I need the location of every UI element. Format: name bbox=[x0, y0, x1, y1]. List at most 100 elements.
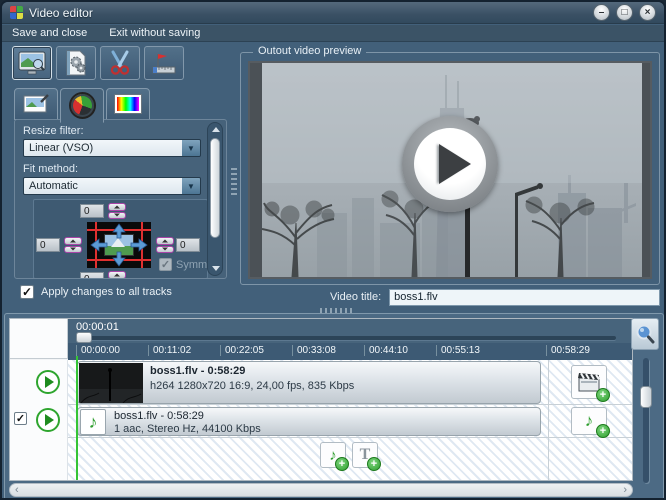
window-title: Video editor bbox=[29, 6, 93, 20]
timeline-inner: 00:00:01 00:00:00 00:11:02 00:22:05 00:3… bbox=[9, 318, 633, 481]
track-controls-column: ✓ bbox=[10, 360, 68, 481]
tab-color-bars[interactable] bbox=[106, 88, 150, 120]
convert-tool-button[interactable] bbox=[56, 46, 96, 80]
ruler-tick: 00:58:29 bbox=[546, 345, 590, 356]
play-icon bbox=[439, 144, 471, 184]
video-title-label: Video title: bbox=[330, 291, 381, 303]
plus-icon: + bbox=[335, 457, 349, 471]
video-clip-details: h264 1280x720 16:9, 24,00 fps, 835 Kbps bbox=[150, 380, 354, 392]
audio-note-icon: ♪ bbox=[80, 409, 106, 435]
video-preview-screen bbox=[248, 61, 652, 279]
crop-bottom-value[interactable]: 0 bbox=[80, 272, 104, 279]
plus-icon: + bbox=[367, 457, 381, 471]
image-edit-icon bbox=[23, 94, 49, 114]
ruler-tick: 00:00:00 bbox=[76, 345, 120, 356]
timeline-zoom-button[interactable] bbox=[631, 318, 659, 350]
video-editor-window: Video editor – □ × Save and close Exit w… bbox=[0, 0, 666, 500]
ruler-tick: 00:22:05 bbox=[220, 345, 264, 356]
monitor-preview-icon bbox=[18, 51, 46, 75]
resize-filter-select[interactable]: Linear (VSO) ▼ bbox=[23, 139, 201, 157]
position-slider-thumb[interactable] bbox=[76, 332, 92, 343]
output-preview-group: Outout video preview bbox=[240, 52, 660, 285]
preview-tool-button[interactable] bbox=[12, 46, 52, 80]
playhead-line[interactable] bbox=[76, 356, 78, 481]
add-video-clip-button[interactable]: + bbox=[571, 365, 607, 399]
fit-method-label: Fit method: bbox=[23, 163, 78, 175]
ruler-tick: 00:11:02 bbox=[148, 345, 191, 356]
plus-icon: + bbox=[596, 388, 610, 402]
menu-exit-without-saving[interactable]: Exit without saving bbox=[109, 27, 200, 39]
play-overlay-button[interactable] bbox=[402, 116, 498, 212]
tab-color-adjust[interactable] bbox=[60, 88, 104, 123]
apply-all-checkbox[interactable]: ✓ bbox=[20, 285, 34, 299]
video-clip-title: boss1.flv - 0:58:29 bbox=[150, 365, 245, 377]
video-title-row: Video title: bbox=[240, 288, 660, 306]
video-clip[interactable]: boss1.flv - 0:58:29 h264 1280x720 16:9, … bbox=[77, 361, 541, 404]
menu-save-and-close[interactable]: Save and close bbox=[12, 27, 87, 39]
options-scrollbar[interactable] bbox=[207, 122, 223, 276]
menu-bar: Save and close Exit without saving bbox=[2, 25, 664, 42]
plus-icon: + bbox=[596, 424, 610, 438]
title-bar: Video editor – □ × bbox=[2, 2, 664, 24]
scroll-right-icon[interactable]: › bbox=[623, 484, 627, 496]
video-track-play-button[interactable] bbox=[36, 370, 60, 394]
crop-control-group: 0 0 0 0 bbox=[33, 199, 208, 279]
timeline-hscrollbar[interactable]: ‹ › bbox=[9, 483, 633, 497]
fit-method-value: Automatic bbox=[24, 178, 182, 194]
ruler-tick: 00:44:10 bbox=[364, 345, 408, 356]
audio-track-play-button[interactable] bbox=[36, 408, 60, 432]
scroll-up-icon[interactable] bbox=[212, 127, 220, 132]
crop-right-stepper[interactable] bbox=[156, 237, 174, 253]
resize-options-panel: Resize filter: Linear (VSO) ▼ Fit method… bbox=[14, 119, 227, 279]
crop-arrows-icon bbox=[87, 222, 151, 268]
add-audio-clip-button[interactable]: ♪ + bbox=[571, 407, 607, 435]
scroll-down-icon[interactable] bbox=[212, 266, 220, 271]
scissors-icon bbox=[107, 50, 133, 76]
color-bars-icon bbox=[114, 94, 142, 114]
timeline-panel: 00:00:01 00:00:00 00:11:02 00:22:05 00:3… bbox=[4, 313, 664, 500]
add-audio-track-button[interactable]: ♪ + bbox=[320, 442, 346, 468]
timeline-corner bbox=[10, 319, 68, 359]
maximize-button[interactable]: □ bbox=[616, 4, 633, 21]
crop-left-stepper[interactable] bbox=[64, 237, 82, 253]
tab-image-edit[interactable] bbox=[14, 88, 58, 120]
video-clip-thumbnail bbox=[79, 363, 143, 403]
add-clip-column: + ♪ + bbox=[548, 360, 633, 481]
symmetric-checkbox[interactable]: ✓ bbox=[159, 258, 172, 271]
color-wheel-icon bbox=[69, 92, 96, 119]
crop-preview[interactable] bbox=[87, 222, 151, 268]
minimize-button[interactable]: – bbox=[593, 4, 610, 21]
apply-all-row: ✓ Apply changes to all tracks bbox=[20, 285, 172, 299]
tracks-area: boss1.flv - 0:58:29 h264 1280x720 16:9, … bbox=[68, 360, 633, 481]
crop-right-value[interactable]: 0 bbox=[176, 238, 200, 252]
preview-group-label: Outout video preview bbox=[253, 45, 366, 57]
ruler-tick: 00:55:13 bbox=[436, 345, 480, 356]
crop-bottom-stepper[interactable] bbox=[108, 271, 126, 279]
chevron-down-icon[interactable]: ▼ bbox=[182, 140, 200, 156]
note-icon: ♪ bbox=[585, 411, 594, 431]
audio-clip-details: 1 aac, Stereo Hz, 44100 Kbps bbox=[114, 423, 261, 435]
vertical-splitter[interactable] bbox=[231, 168, 237, 198]
zoom-slider-thumb[interactable] bbox=[640, 386, 652, 408]
crop-top-stepper[interactable] bbox=[108, 203, 126, 219]
marker-tool-button[interactable] bbox=[144, 46, 184, 80]
resize-filter-label: Resize filter: bbox=[23, 125, 84, 137]
crop-left-value[interactable]: 0 bbox=[36, 238, 60, 252]
audio-track-checkbox[interactable]: ✓ bbox=[14, 412, 27, 425]
fit-method-select[interactable]: Automatic ▼ bbox=[23, 177, 201, 195]
cut-tool-button[interactable] bbox=[100, 46, 140, 80]
scroll-left-icon[interactable]: ‹ bbox=[15, 484, 19, 496]
chevron-down-icon[interactable]: ▼ bbox=[182, 178, 200, 194]
timeline-ruler[interactable]: 00:00:00 00:11:02 00:22:05 00:33:08 00:4… bbox=[68, 343, 633, 360]
add-text-track-button[interactable]: T + bbox=[352, 442, 378, 468]
close-button[interactable]: × bbox=[639, 4, 656, 21]
app-logo-icon bbox=[10, 6, 23, 19]
crop-top-value[interactable]: 0 bbox=[80, 204, 104, 218]
audio-clip[interactable]: ♪ boss1.flv - 0:58:29 1 aac, Stereo Hz, … bbox=[77, 407, 541, 436]
audio-clip-title: boss1.flv - 0:58:29 bbox=[114, 410, 204, 422]
position-slider[interactable] bbox=[76, 336, 616, 340]
video-title-input[interactable] bbox=[389, 289, 660, 306]
timeline-zoom-slider[interactable] bbox=[643, 358, 649, 483]
apply-all-label: Apply changes to all tracks bbox=[41, 286, 172, 298]
ruler-tick: 00:33:08 bbox=[292, 345, 336, 356]
